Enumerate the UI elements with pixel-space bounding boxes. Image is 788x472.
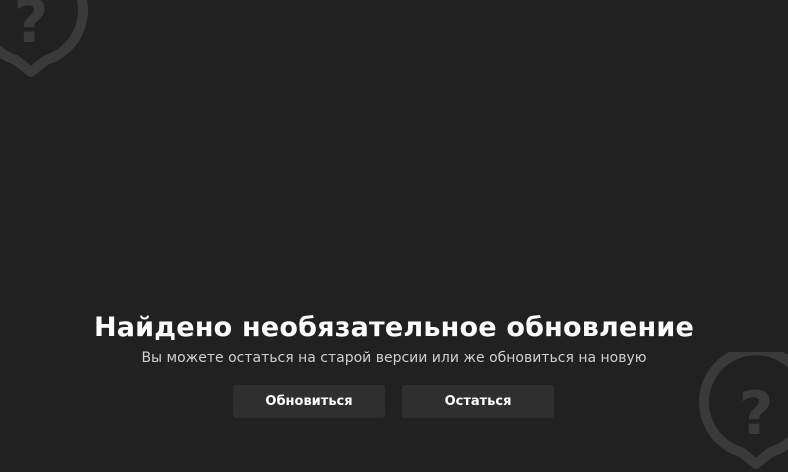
dialog-buttons: Обновиться Остаться	[233, 385, 554, 418]
svg-text:?: ?	[739, 379, 774, 449]
question-bubble-icon: ?	[0, 0, 88, 77]
update-button[interactable]: Обновиться	[233, 385, 385, 418]
svg-text:?: ?	[14, 0, 49, 57]
dialog-subtitle: Вы можете остаться на старой версии или …	[141, 350, 647, 366]
dialog-title: Найдено необязательное обновление	[93, 312, 695, 343]
question-bubble-icon: ?	[699, 352, 788, 469]
update-dialog-text: Найдено необязательное обновление Вы мож…	[0, 309, 788, 367]
stay-button[interactable]: Остаться	[402, 385, 554, 418]
